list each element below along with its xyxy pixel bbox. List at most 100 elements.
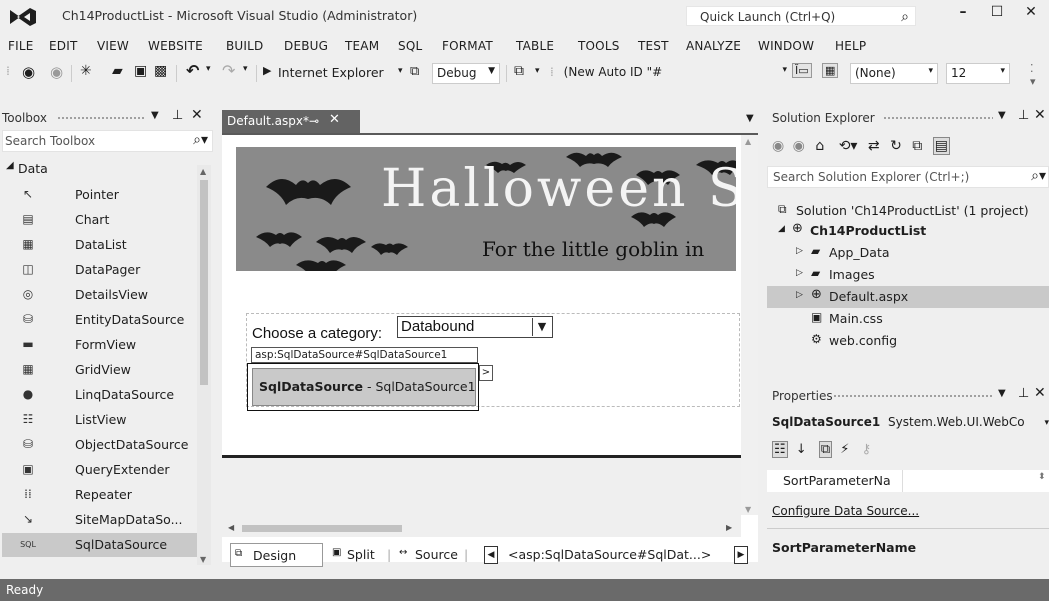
save-all-icon[interactable]: ▩ xyxy=(154,63,167,79)
undo-icon[interactable]: ↶ xyxy=(186,61,199,80)
editor-vertical-scrollbar[interactable]: ▲ ▼ xyxy=(741,135,758,515)
toolbox-item[interactable]: ● LinqDataSource xyxy=(2,383,199,407)
font-name-combo[interactable]: (None) ▾ xyxy=(850,63,938,84)
toolbox-item[interactable]: ↘ SiteMapDataSo... xyxy=(2,508,199,532)
collapse-triangle-icon[interactable]: ◢ xyxy=(778,224,785,234)
toolbox-item[interactable]: ▦ DataList xyxy=(2,233,199,257)
open-file-icon[interactable]: ▰ xyxy=(112,63,123,79)
tree-item-default-aspx[interactable]: ▷ ⊕ Default.aspx xyxy=(767,286,1049,308)
tab-list-dropdown-icon[interactable]: ▼ xyxy=(746,113,754,124)
scroll-up-icon[interactable]: ▲ xyxy=(200,167,206,176)
panel-options-icon[interactable]: ▼ xyxy=(151,110,159,121)
quick-launch-input[interactable]: Quick Launch (Ctrl+Q) ⌕ xyxy=(686,6,916,26)
toolbox-item[interactable]: ▬ FormView xyxy=(2,333,199,357)
toolbox-item[interactable]: ⁞⁞ Repeater xyxy=(2,483,199,507)
panel-options-icon[interactable]: ▼ xyxy=(998,110,1006,121)
menu-format[interactable]: FORMAT xyxy=(442,39,493,53)
breadcrumb-back-icon[interactable]: ◀ xyxy=(484,546,498,564)
menu-table[interactable]: TABLE xyxy=(516,39,554,53)
menu-tools[interactable]: TOOLS xyxy=(578,39,620,53)
configure-data-source-link[interactable]: Configure Data Source... xyxy=(772,504,919,518)
alphabetical-icon[interactable]: ↓ xyxy=(796,442,807,457)
menu-view[interactable]: VIEW xyxy=(97,39,129,53)
apply-styles-icon[interactable]: Ĭ▭ xyxy=(792,63,812,78)
new-project-icon[interactable]: ✳ xyxy=(80,63,92,79)
show-all-files-icon[interactable]: ▤ xyxy=(932,137,950,155)
events-icon[interactable]: ⚡ xyxy=(840,442,849,457)
scroll-up-icon[interactable]: ▲ xyxy=(745,137,751,146)
find-in-files-icon[interactable]: ⧉ xyxy=(514,63,524,79)
categorized-icon[interactable]: ☷ xyxy=(772,441,788,458)
start-play-icon[interactable]: ▶ xyxy=(263,64,271,77)
horizontal-scroll-thumb[interactable] xyxy=(242,525,402,532)
panel-close-icon[interactable]: ✕ xyxy=(1034,107,1046,123)
toolbar-overflow-icon[interactable]: ⁚ ▾ xyxy=(1030,62,1036,88)
tab-close-icon[interactable]: ✕ xyxy=(329,112,340,127)
sqldatasource-control[interactable]: SqlDataSource - SqlDataSource1 xyxy=(252,368,476,406)
toolbox-item[interactable]: ↖ Pointer xyxy=(2,183,199,207)
property-row[interactable]: SortParameterNa ⬍ xyxy=(767,470,1049,492)
pin-icon[interactable]: ⊥ xyxy=(172,108,183,123)
toolbox-item[interactable]: ▣ QueryExtender xyxy=(2,458,199,482)
sync-icon[interactable]: ⇄ xyxy=(868,138,880,154)
menu-team[interactable]: TEAM xyxy=(345,39,379,53)
forward-icon[interactable]: ◉ xyxy=(793,138,805,154)
browser-dropdown-icon[interactable]: ▾ xyxy=(398,66,403,76)
configuration-combo[interactable]: Debug ▼ xyxy=(432,63,500,84)
object-selector[interactable]: SqlDataSource1 System.Web.UI.WebCo ▾ xyxy=(772,415,1049,429)
menu-edit[interactable]: EDIT xyxy=(49,39,78,53)
minimize-button[interactable]: – xyxy=(950,4,976,28)
navigate-forward-icon[interactable]: ◉ xyxy=(50,63,63,81)
panel-close-icon[interactable]: ✕ xyxy=(191,107,203,123)
back-icon[interactable]: ◉ xyxy=(772,138,784,154)
history-icon[interactable]: ⟲▾ xyxy=(839,138,858,154)
close-button[interactable]: ✕ xyxy=(1018,4,1044,28)
chevron-down-icon[interactable]: ▼ xyxy=(532,318,551,336)
scroll-down-icon[interactable]: ▼ xyxy=(200,555,206,564)
menu-analyze[interactable]: ANALYZE xyxy=(686,39,741,53)
expand-triangle-icon[interactable]: ▷ xyxy=(796,246,803,256)
toolbox-group-data[interactable]: ◢ Data xyxy=(2,157,197,181)
tree-item-main-css[interactable]: ▣ Main.css xyxy=(767,308,1049,330)
toolbox-item[interactable]: ◎ DetailsView xyxy=(2,283,199,307)
redo-dropdown-icon[interactable]: ▾ xyxy=(243,64,248,74)
toolbox-item[interactable]: ▦ GridView xyxy=(2,358,199,382)
font-size-combo[interactable]: 12 ▾ xyxy=(946,63,1010,84)
menu-sql[interactable]: SQL xyxy=(398,39,422,53)
scroll-left-icon[interactable]: ◀ xyxy=(228,523,234,532)
toolbox-item[interactable]: ▤ Chart xyxy=(2,208,199,232)
scroll-right-icon[interactable]: ▶ xyxy=(726,523,732,532)
smart-tag-button[interactable]: > xyxy=(479,365,493,381)
pin-icon[interactable]: ⊥ xyxy=(1018,386,1029,401)
toolbox-item[interactable]: ⛁ EntityDataSource xyxy=(2,308,199,332)
toolbox-item[interactable]: SQL SqlDataSource xyxy=(2,533,199,557)
solution-search-input[interactable]: Search Solution Explorer (Ctrl+;) ⌕▾ xyxy=(767,166,1049,188)
undo-dropdown-icon[interactable]: ▾ xyxy=(206,64,211,74)
menu-window[interactable]: WINDOW xyxy=(758,39,814,53)
navigate-back-icon[interactable]: ◉ xyxy=(22,63,35,81)
menu-test[interactable]: TEST xyxy=(638,39,669,53)
browser-button[interactable]: Internet Explorer xyxy=(278,65,384,80)
toolbar-options-icon[interactable]: ▾ xyxy=(535,66,540,76)
toolbox-item[interactable]: ⛁ ObjectDataSource xyxy=(2,433,199,457)
panel-close-icon[interactable]: ✕ xyxy=(1034,385,1046,401)
target-rule-combo[interactable]: ⁞ (New Auto ID "# ▾ xyxy=(546,63,791,84)
menu-build[interactable]: BUILD xyxy=(226,39,263,53)
tree-item-project[interactable]: ◢ ⊕ Ch14ProductList xyxy=(767,220,1049,242)
properties-icon[interactable]: ⧉ xyxy=(818,441,833,458)
tree-item-app-data[interactable]: ▷ ▰ App_Data xyxy=(767,242,1049,264)
browser-window-icon[interactable]: ⧉ xyxy=(410,64,419,79)
expand-triangle-icon[interactable]: ▷ xyxy=(796,268,803,278)
save-icon[interactable]: ▣ xyxy=(134,63,147,79)
menu-website[interactable]: WEBSITE xyxy=(148,39,203,53)
property-pages-icon[interactable]: ⚷ xyxy=(862,442,872,457)
breadcrumb-forward-icon[interactable]: ▶ xyxy=(734,546,748,564)
redo-icon[interactable]: ↷ xyxy=(222,61,235,80)
tag-breadcrumb[interactable]: <asp:SqlDataSource#SqlDat...> xyxy=(508,547,711,562)
tree-item-web-config[interactable]: ⚙ web.config xyxy=(767,330,1049,352)
design-view-button[interactable]: ⧉ Design xyxy=(230,543,323,567)
tab-default-aspx[interactable]: Default.aspx* ⊸ ✕ xyxy=(222,110,360,133)
home-icon[interactable]: ⌂ xyxy=(815,138,824,154)
panel-options-icon[interactable]: ▼ xyxy=(998,388,1006,399)
toolbox-search-input[interactable]: Search Toolbox ⌕▾ xyxy=(2,130,213,152)
